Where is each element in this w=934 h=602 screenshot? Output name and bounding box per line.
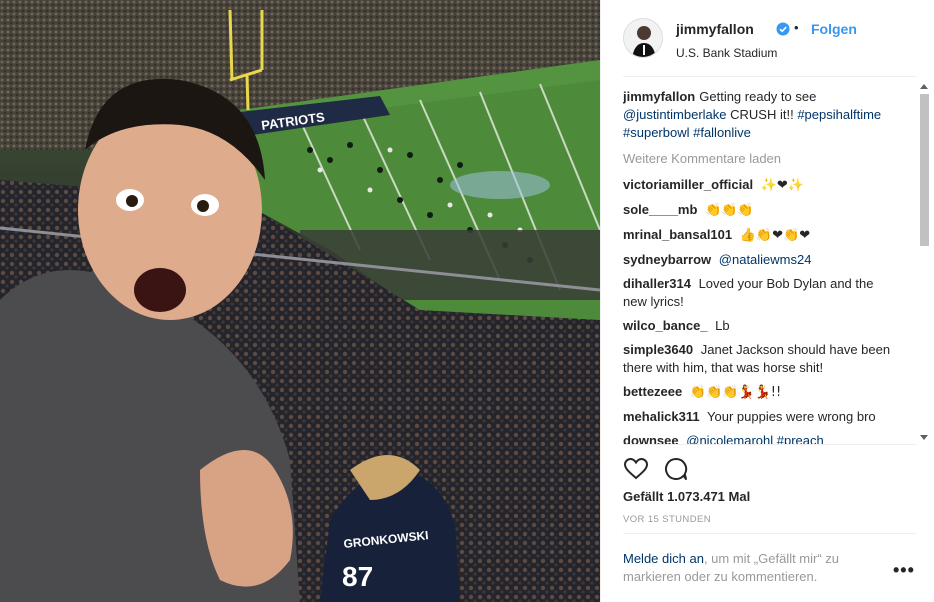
post-photo: PATRIOTS GRONKOWSKI 87 xyxy=(0,0,600,602)
comment-item: sydneybarrow @nataliewms24 xyxy=(623,251,893,269)
avatar-image xyxy=(624,19,662,57)
more-icon[interactable]: ••• xyxy=(893,560,915,581)
comment-username[interactable]: dihaller314 xyxy=(623,276,691,291)
comment-item: bettezeee 👏👏👏💃💃!! xyxy=(623,383,893,402)
comment-username[interactable]: sole____mb xyxy=(623,202,697,217)
follow-button[interactable]: Folgen xyxy=(811,21,857,37)
post-username[interactable]: jimmyfallon xyxy=(676,21,754,37)
separator-dot: • xyxy=(794,20,799,35)
scroll-up-arrow-icon[interactable] xyxy=(920,84,928,89)
likes-count[interactable]: Gefällt 1.073.471 Mal xyxy=(623,489,750,504)
caption-text: Getting ready to see xyxy=(699,89,817,104)
comment-username[interactable]: mehalick311 xyxy=(623,409,700,424)
comment-item: dihaller314 Loved your Bob Dylan and the… xyxy=(623,275,893,311)
jersey-number: 87 xyxy=(342,561,373,592)
divider xyxy=(623,533,916,534)
comment-text: 👍👏❤👏❤ xyxy=(739,228,811,243)
load-more-comments-button[interactable]: Weitere Kommentare laden xyxy=(623,150,893,168)
comment-mention[interactable]: @nicolemarohl #preach xyxy=(686,433,824,444)
comment-username[interactable]: simple3640 xyxy=(623,342,693,357)
comment-text: Your puppies were wrong bro xyxy=(707,409,876,424)
login-prompt: Melde dich an, um mit „Gefällt mir“ zu m… xyxy=(623,550,883,586)
divider xyxy=(623,444,916,445)
post-header: jimmyfallon • Folgen U.S. Bank Stadium xyxy=(623,18,923,64)
caption-text-2: CRUSH it!! xyxy=(730,107,794,122)
post-location[interactable]: U.S. Bank Stadium xyxy=(676,46,777,60)
avatar[interactable] xyxy=(623,18,663,58)
comment-text: 👏👏👏 xyxy=(705,203,754,218)
comment-username[interactable]: sydneybarrow xyxy=(623,252,711,267)
verified-icon xyxy=(776,22,790,36)
heart-icon[interactable] xyxy=(623,456,649,482)
comment-username[interactable]: bettezeee xyxy=(623,384,682,399)
comments-scrollbar[interactable] xyxy=(918,80,931,444)
comments-list: jimmyfallon Getting ready to see @justint… xyxy=(623,88,893,444)
comment-item: sole____mb 👏👏👏 xyxy=(623,201,893,220)
comment-item: victoriamiller_official ✨❤✨ xyxy=(623,176,893,195)
comment-username[interactable]: mrinal_bansal101 xyxy=(623,227,732,242)
caption-username[interactable]: jimmyfallon xyxy=(623,89,695,104)
stadium-photo: PATRIOTS GRONKOWSKI 87 xyxy=(0,0,600,602)
caption: jimmyfallon Getting ready to see @justint… xyxy=(623,88,893,142)
comment-text: Lb xyxy=(715,318,730,333)
comment-icon[interactable] xyxy=(663,456,689,482)
comment-item: wilco_bance_ Lb xyxy=(623,317,893,335)
comment-username[interactable]: victoriamiller_official xyxy=(623,177,753,192)
post-sidebar: jimmyfallon • Folgen U.S. Bank Stadium j… xyxy=(600,0,934,602)
comment-username[interactable]: downsee xyxy=(623,433,679,444)
scroll-down-arrow-icon[interactable] xyxy=(920,435,928,440)
comment-text: ✨❤✨ xyxy=(760,178,804,193)
comment-username[interactable]: wilco_bance_ xyxy=(623,318,708,333)
comment-text: 👏👏👏💃💃!! xyxy=(689,385,782,400)
login-link[interactable]: Melde dich an xyxy=(623,551,704,566)
comment-item: mehalick311 Your puppies were wrong bro xyxy=(623,408,893,426)
scroll-thumb[interactable] xyxy=(920,94,929,246)
comment-item: simple3640 Janet Jackson should have bee… xyxy=(623,341,893,377)
divider xyxy=(623,76,916,77)
post-timestamp[interactable]: VOR 15 STUNDEN xyxy=(623,514,711,525)
caption-mention[interactable]: @justintimberlake xyxy=(623,107,727,122)
comment-item: downsee @nicolemarohl #preach xyxy=(623,432,893,444)
comment-mention[interactable]: @nataliewms24 xyxy=(719,252,812,267)
comment-item: mrinal_bansal101 👍👏❤👏❤ xyxy=(623,226,893,245)
